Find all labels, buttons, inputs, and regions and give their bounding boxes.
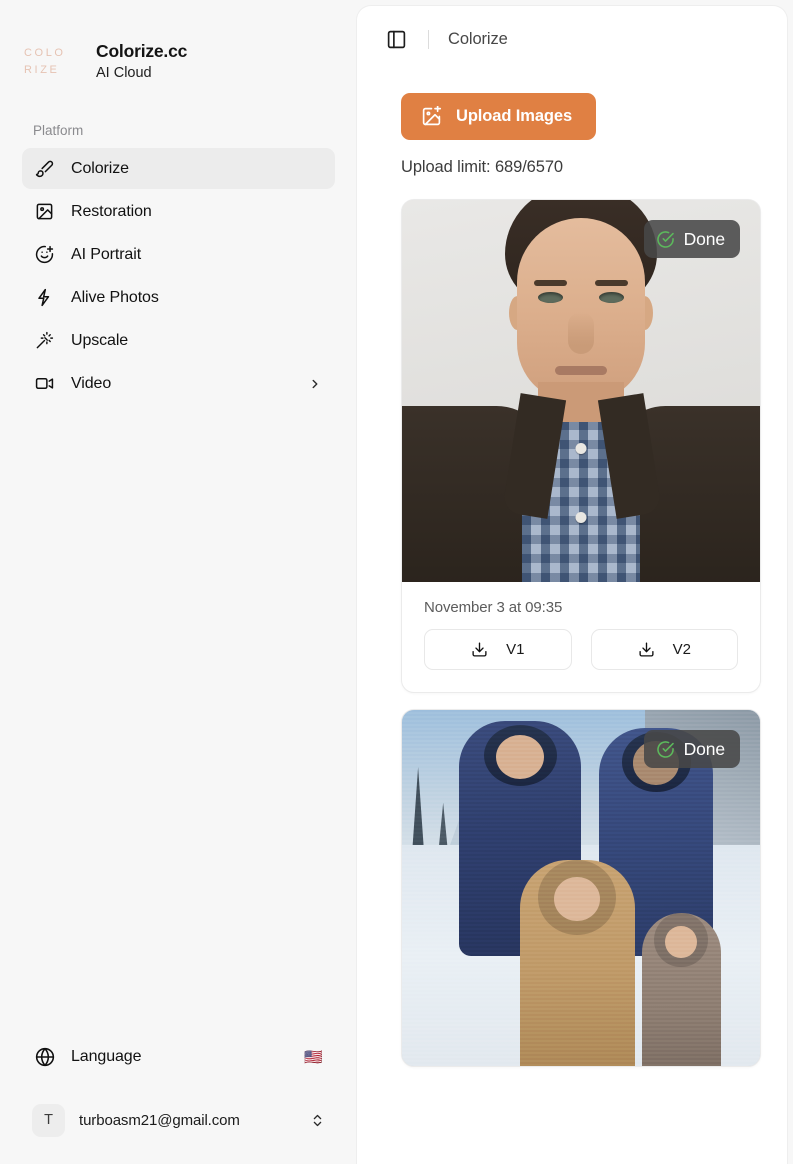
sidebar-item-label: Restoration xyxy=(71,203,152,220)
sidebar-nav: Colorize Restoration AI Portrait Alive P… xyxy=(0,148,357,404)
chevron-right-icon xyxy=(307,376,323,392)
download-label: V2 xyxy=(672,641,691,658)
sidebar-item-label: Video xyxy=(71,375,112,392)
smile-plus-icon xyxy=(34,244,55,265)
image-icon xyxy=(34,201,55,222)
nav-section-label: Platform xyxy=(33,123,84,138)
card-image[interactable]: Done xyxy=(402,200,760,582)
sidebar-item-label: Upscale xyxy=(71,332,129,349)
colorize-logo-mark: COLO RIZE xyxy=(24,43,82,79)
brand-title: Colorize.cc xyxy=(96,40,188,61)
lightning-icon xyxy=(34,287,55,308)
check-circle-icon xyxy=(656,740,675,759)
check-circle-icon xyxy=(656,230,675,249)
logo-mark-line-2: RIZE xyxy=(24,64,60,76)
globe-icon xyxy=(34,1047,55,1068)
sidebar-item-video[interactable]: Video xyxy=(22,363,335,404)
upload-button-label: Upload Images xyxy=(456,107,573,125)
status-badge: Done xyxy=(643,220,740,258)
avatar: T xyxy=(32,1103,65,1137)
brand-header[interactable]: COLO RIZE Colorize.cc AI Cloud xyxy=(0,0,357,92)
image-card[interactable]: Done xyxy=(401,709,761,1067)
sidebar-item-ai-portrait[interactable]: AI Portrait xyxy=(22,234,335,275)
breadcrumb: Colorize xyxy=(448,29,508,48)
download-label: V1 xyxy=(506,641,525,658)
video-camera-icon xyxy=(34,373,55,394)
language-selector[interactable]: Language 🇺🇸 xyxy=(22,1036,335,1078)
topbar-divider xyxy=(428,29,429,49)
app-root: COLO RIZE Colorize.cc AI Cloud Platform … xyxy=(0,0,793,1164)
brand-text: Colorize.cc AI Cloud xyxy=(96,40,187,83)
download-v2-button[interactable]: V2 xyxy=(590,629,738,670)
status-label: Done xyxy=(683,738,726,759)
sidebar-footer: Language 🇺🇸 T turboasm21@gmail.com xyxy=(0,1036,357,1164)
download-v1-button[interactable]: V1 xyxy=(424,629,572,670)
brand-subtitle: AI Cloud xyxy=(96,64,152,81)
sidebar: COLO RIZE Colorize.cc AI Cloud Platform … xyxy=(0,0,357,1164)
card-image[interactable]: Done xyxy=(402,710,760,1066)
panel-left-icon[interactable] xyxy=(383,26,409,52)
sidebar-item-upscale[interactable]: Upscale xyxy=(22,320,335,361)
paintbrush-icon xyxy=(34,158,55,179)
us-flag-icon: 🇺🇸 xyxy=(304,1048,323,1066)
content-area: Upload Images Upload limit: 689/6570 Don… xyxy=(357,72,787,1164)
sidebar-item-restoration[interactable]: Restoration xyxy=(22,191,335,232)
sidebar-item-label: AI Portrait xyxy=(71,246,142,263)
magic-wand-icon xyxy=(34,330,55,351)
sidebar-item-label: Colorize xyxy=(71,160,129,177)
image-card[interactable]: Done November 3 at 09:35 V1 V2 xyxy=(401,199,761,693)
main-panel: Colorize Upload Images Upload limit: 689… xyxy=(357,6,787,1164)
download-icon xyxy=(638,641,655,658)
topbar: Colorize xyxy=(357,6,787,72)
image-card-list: Done November 3 at 09:35 V1 V2 Done xyxy=(401,199,761,1067)
account-email: turboasm21@gmail.com xyxy=(79,1111,240,1129)
card-timestamp: November 3 at 09:35 xyxy=(424,599,563,616)
account-switcher[interactable]: T turboasm21@gmail.com xyxy=(22,1094,335,1146)
card-actions: V1 V2 xyxy=(424,629,738,670)
status-label: Done xyxy=(683,228,726,249)
upload-limit-text: Upload limit: 689/6570 xyxy=(401,158,563,176)
sidebar-item-colorize[interactable]: Colorize xyxy=(22,148,335,189)
card-body: November 3 at 09:35 V1 V2 xyxy=(402,582,760,692)
sidebar-item-alive-photos[interactable]: Alive Photos xyxy=(22,277,335,318)
chevrons-up-down-icon xyxy=(309,1111,325,1129)
upload-images-button[interactable]: Upload Images xyxy=(401,93,597,140)
sidebar-item-label: Alive Photos xyxy=(71,289,159,306)
language-label: Language xyxy=(71,1048,142,1065)
logo-mark-line-1: COLO xyxy=(24,47,66,59)
status-badge: Done xyxy=(643,730,740,768)
download-icon xyxy=(471,641,488,658)
image-plus-icon xyxy=(421,106,442,127)
